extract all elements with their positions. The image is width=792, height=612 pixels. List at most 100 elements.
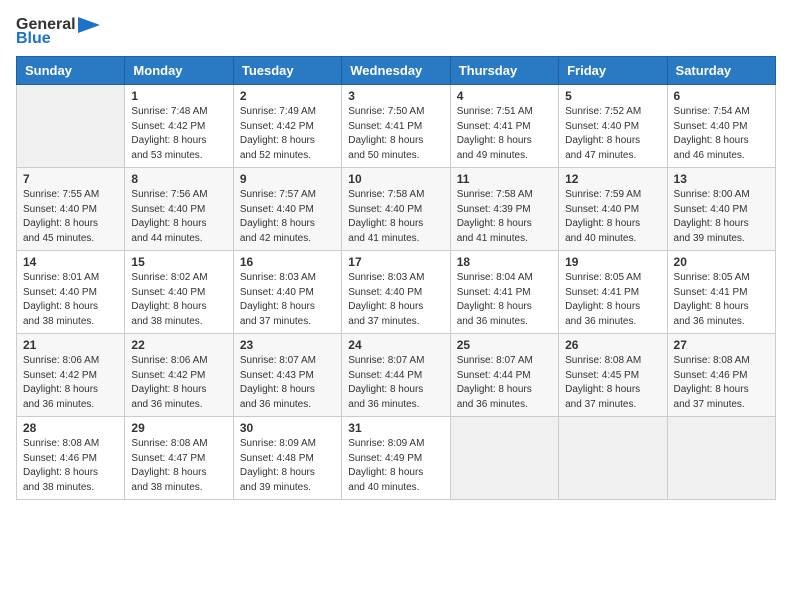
cell-info: Sunrise: 7:58 AM Sunset: 4:40 PM Dayligh…: [348, 188, 443, 246]
day-number: 15: [131, 255, 226, 269]
day-number: 11: [457, 172, 552, 186]
calendar-cell: 28 Sunrise: 8:08 AM Sunset: 4:46 PM Dayli…: [17, 417, 125, 500]
calendar-cell: 2Sunrise: 7:49 AM Sunset: 4:42 PM Daylig…: [233, 85, 341, 168]
cell-info: Sunrise: 8:08 AM Sunset: 4:45 PM Dayligh…: [565, 354, 660, 412]
day-header-wednesday: Wednesday: [342, 57, 450, 85]
calendar-cell: 21 Sunrise: 8:06 AM Sunset: 4:42 PM Dayli…: [17, 334, 125, 417]
calendar-cell: 15 Sunrise: 8:02 AM Sunset: 4:40 PM Dayli…: [125, 251, 233, 334]
day-number: 18: [457, 255, 552, 269]
calendar-week-row: 14Sunrise: 8:01 AM Sunset: 4:40 PM Dayli…: [17, 251, 776, 334]
cell-info: Sunrise: 8:06 AM Sunset: 4:42 PM Dayligh…: [23, 354, 118, 412]
calendar-cell: 30 Sunrise: 8:09 AM Sunset: 4:48 PM Dayli…: [233, 417, 341, 500]
day-header-sunday: Sunday: [17, 57, 125, 85]
calendar-cell: 10 Sunrise: 7:58 AM Sunset: 4:40 PM Dayli…: [342, 168, 450, 251]
calendar-cell: 26 Sunrise: 8:08 AM Sunset: 4:45 PM Dayli…: [559, 334, 667, 417]
cell-info: Sunrise: 8:02 AM Sunset: 4:40 PM Dayligh…: [131, 271, 226, 329]
calendar-cell: 7 Sunrise: 7:55 AM Sunset: 4:40 PM Daylig…: [17, 168, 125, 251]
day-number: 9: [240, 172, 335, 186]
calendar-table: SundayMondayTuesdayWednesdayThursdayFrid…: [16, 56, 776, 500]
day-number: 17: [348, 255, 443, 269]
logo-blue: Blue: [16, 30, 51, 48]
calendar-cell: 13 Sunrise: 8:00 AM Sunset: 4:40 PM Dayli…: [667, 168, 775, 251]
cell-info: Sunrise: 8:04 AM Sunset: 4:41 PM Dayligh…: [457, 271, 552, 329]
cell-info: Sunrise: 7:56 AM Sunset: 4:40 PM Dayligh…: [131, 188, 226, 246]
day-number: 3: [348, 89, 443, 103]
cell-info: Sunrise: 8:09 AM Sunset: 4:49 PM Dayligh…: [348, 437, 443, 495]
day-number: 6: [674, 89, 769, 103]
day-header-thursday: Thursday: [450, 57, 558, 85]
day-number: 7: [23, 172, 118, 186]
day-number: 16: [240, 255, 335, 269]
day-number: 8: [131, 172, 226, 186]
calendar-week-row: 21 Sunrise: 8:06 AM Sunset: 4:42 PM Dayli…: [17, 334, 776, 417]
day-header-monday: Monday: [125, 57, 233, 85]
logo-arrow-icon: [78, 17, 100, 33]
calendar-cell: [450, 417, 558, 500]
calendar-cell: [667, 417, 775, 500]
calendar-cell: [559, 417, 667, 500]
calendar-cell: 9 Sunrise: 7:57 AM Sunset: 4:40 PM Daylig…: [233, 168, 341, 251]
cell-info: Sunrise: 7:49 AM Sunset: 4:42 PM Dayligh…: [240, 105, 335, 163]
day-number: 19: [565, 255, 660, 269]
day-header-friday: Friday: [559, 57, 667, 85]
day-number: 27: [674, 338, 769, 352]
calendar-cell: 4Sunrise: 7:51 AM Sunset: 4:41 PM Daylig…: [450, 85, 558, 168]
day-number: 22: [131, 338, 226, 352]
cell-info: Sunrise: 8:05 AM Sunset: 4:41 PM Dayligh…: [674, 271, 769, 329]
cell-info: Sunrise: 7:55 AM Sunset: 4:40 PM Dayligh…: [23, 188, 118, 246]
cell-info: Sunrise: 7:57 AM Sunset: 4:40 PM Dayligh…: [240, 188, 335, 246]
calendar-week-row: 7 Sunrise: 7:55 AM Sunset: 4:40 PM Daylig…: [17, 168, 776, 251]
cell-info: Sunrise: 8:00 AM Sunset: 4:40 PM Dayligh…: [674, 188, 769, 246]
day-number: 24: [348, 338, 443, 352]
calendar-cell: 29Sunrise: 8:08 AM Sunset: 4:47 PM Dayli…: [125, 417, 233, 500]
calendar-cell: 8 Sunrise: 7:56 AM Sunset: 4:40 PM Daylig…: [125, 168, 233, 251]
cell-info: Sunrise: 8:08 AM Sunset: 4:46 PM Dayligh…: [23, 437, 118, 495]
day-number: 31: [348, 421, 443, 435]
cell-info: Sunrise: 7:58 AM Sunset: 4:39 PM Dayligh…: [457, 188, 552, 246]
calendar-cell: 31 Sunrise: 8:09 AM Sunset: 4:49 PM Dayli…: [342, 417, 450, 500]
calendar-header: SundayMondayTuesdayWednesdayThursdayFrid…: [17, 57, 776, 85]
calendar-cell: 24 Sunrise: 8:07 AM Sunset: 4:44 PM Dayli…: [342, 334, 450, 417]
calendar-week-row: 1 Sunrise: 7:48 AM Sunset: 4:42 PM Daylig…: [17, 85, 776, 168]
day-number: 13: [674, 172, 769, 186]
cell-info: Sunrise: 8:03 AM Sunset: 4:40 PM Dayligh…: [240, 271, 335, 329]
calendar-cell: 23Sunrise: 8:07 AM Sunset: 4:43 PM Dayli…: [233, 334, 341, 417]
day-number: 28: [23, 421, 118, 435]
calendar-cell: 22 Sunrise: 8:06 AM Sunset: 4:42 PM Dayli…: [125, 334, 233, 417]
cell-info: Sunrise: 7:52 AM Sunset: 4:40 PM Dayligh…: [565, 105, 660, 163]
cell-info: Sunrise: 8:05 AM Sunset: 4:41 PM Dayligh…: [565, 271, 660, 329]
day-header-tuesday: Tuesday: [233, 57, 341, 85]
day-number: 20: [674, 255, 769, 269]
day-number: 21: [23, 338, 118, 352]
cell-info: Sunrise: 8:08 AM Sunset: 4:46 PM Dayligh…: [674, 354, 769, 412]
cell-info: Sunrise: 7:54 AM Sunset: 4:40 PM Dayligh…: [674, 105, 769, 163]
cell-info: Sunrise: 7:48 AM Sunset: 4:42 PM Dayligh…: [131, 105, 226, 163]
calendar-cell: 12Sunrise: 7:59 AM Sunset: 4:40 PM Dayli…: [559, 168, 667, 251]
calendar-week-row: 28 Sunrise: 8:08 AM Sunset: 4:46 PM Dayli…: [17, 417, 776, 500]
cell-info: Sunrise: 7:59 AM Sunset: 4:40 PM Dayligh…: [565, 188, 660, 246]
calendar-cell: 17Sunrise: 8:03 AM Sunset: 4:40 PM Dayli…: [342, 251, 450, 334]
calendar-cell: 19 Sunrise: 8:05 AM Sunset: 4:41 PM Dayli…: [559, 251, 667, 334]
logo: General Blue: [16, 16, 100, 48]
cell-info: Sunrise: 8:06 AM Sunset: 4:42 PM Dayligh…: [131, 354, 226, 412]
day-number: 5: [565, 89, 660, 103]
day-number: 30: [240, 421, 335, 435]
calendar-cell: [17, 85, 125, 168]
calendar-cell: 3Sunrise: 7:50 AM Sunset: 4:41 PM Daylig…: [342, 85, 450, 168]
cell-info: Sunrise: 8:07 AM Sunset: 4:44 PM Dayligh…: [348, 354, 443, 412]
calendar-cell: 27 Sunrise: 8:08 AM Sunset: 4:46 PM Dayli…: [667, 334, 775, 417]
day-number: 10: [348, 172, 443, 186]
calendar-cell: 20 Sunrise: 8:05 AM Sunset: 4:41 PM Dayli…: [667, 251, 775, 334]
cell-info: Sunrise: 8:09 AM Sunset: 4:48 PM Dayligh…: [240, 437, 335, 495]
calendar-cell: 16 Sunrise: 8:03 AM Sunset: 4:40 PM Dayli…: [233, 251, 341, 334]
calendar-cell: 25Sunrise: 8:07 AM Sunset: 4:44 PM Dayli…: [450, 334, 558, 417]
calendar-cell: 11 Sunrise: 7:58 AM Sunset: 4:39 PM Dayli…: [450, 168, 558, 251]
day-number: 1: [131, 89, 226, 103]
day-number: 26: [565, 338, 660, 352]
day-header-saturday: Saturday: [667, 57, 775, 85]
day-number: 4: [457, 89, 552, 103]
calendar-cell: 14Sunrise: 8:01 AM Sunset: 4:40 PM Dayli…: [17, 251, 125, 334]
calendar-cell: 5 Sunrise: 7:52 AM Sunset: 4:40 PM Daylig…: [559, 85, 667, 168]
calendar-cell: 6 Sunrise: 7:54 AM Sunset: 4:40 PM Daylig…: [667, 85, 775, 168]
cell-info: Sunrise: 8:01 AM Sunset: 4:40 PM Dayligh…: [23, 271, 118, 329]
